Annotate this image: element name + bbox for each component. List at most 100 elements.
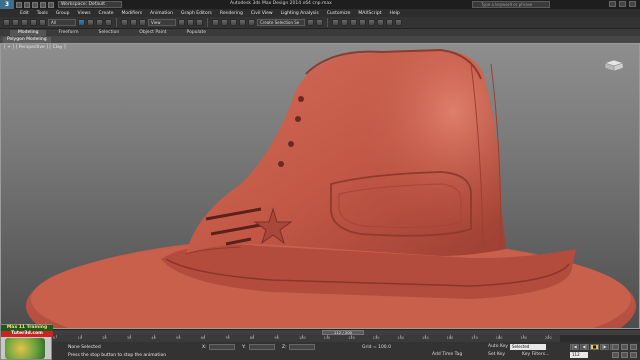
trackbar-tick-label: 20 bbox=[102, 336, 107, 340]
trackbar-tick-label: 50 bbox=[176, 336, 181, 340]
menu-graph-editors[interactable]: Graph Editors bbox=[181, 11, 212, 16]
spinner-snap-icon[interactable] bbox=[239, 19, 246, 26]
link-icon[interactable] bbox=[21, 19, 28, 26]
menu-modifiers[interactable]: Modifiers bbox=[122, 11, 143, 16]
trackbar-tick-label: 60 bbox=[200, 336, 206, 340]
menu-rendering[interactable]: Rendering bbox=[220, 11, 243, 16]
render-production-icon[interactable] bbox=[395, 19, 402, 26]
watermark-site: Tuter3d.com bbox=[1, 331, 53, 337]
y-label: Y: bbox=[242, 345, 246, 350]
set-key-button[interactable]: Set Key bbox=[488, 352, 505, 357]
menu-create[interactable]: Create bbox=[99, 11, 114, 16]
zoom-all-icon[interactable] bbox=[621, 344, 628, 350]
y-coordinate-field[interactable] bbox=[249, 344, 275, 350]
ribbon-tabs: Modeling Freeform Selection Object Paint… bbox=[0, 29, 640, 36]
select-manipulate-icon[interactable] bbox=[187, 19, 194, 26]
menu-civil-view[interactable]: Civil View bbox=[251, 11, 273, 16]
material-editor-icon[interactable] bbox=[368, 19, 375, 26]
minimize-button[interactable] bbox=[609, 1, 616, 7]
perspective-viewport[interactable]: [ + ] [ Perspective ] [ Clay ] bbox=[0, 43, 640, 329]
trackbar-tick-label: 200 bbox=[545, 336, 552, 340]
trackbar-tick-label: 180 bbox=[495, 336, 503, 340]
key-mode-dropdown[interactable]: Selected bbox=[510, 344, 546, 350]
trackbar-tick-label: 30 bbox=[126, 336, 132, 340]
curve-editor-icon[interactable] bbox=[350, 19, 357, 26]
redo-icon[interactable] bbox=[48, 1, 54, 8]
menu-maxscript[interactable]: MAXScript bbox=[358, 11, 381, 16]
x-label: X: bbox=[202, 345, 207, 350]
menu-animation[interactable]: Animation bbox=[150, 11, 173, 16]
layer-manager-icon[interactable] bbox=[332, 19, 339, 26]
zoom-icon[interactable] bbox=[612, 344, 619, 350]
mirror-icon[interactable] bbox=[307, 19, 314, 26]
next-frame-button[interactable]: |▶ bbox=[600, 344, 609, 350]
pan-icon[interactable] bbox=[621, 352, 628, 358]
trackbar-tick-label: 100 bbox=[299, 336, 306, 340]
workspace-dropdown[interactable]: Workspace: Default bbox=[58, 1, 122, 8]
select-by-name-icon[interactable] bbox=[87, 19, 94, 26]
trackbar-tick-label: 190 bbox=[520, 336, 528, 340]
edit-named-selections-icon[interactable] bbox=[248, 19, 255, 26]
rotate-icon[interactable] bbox=[130, 19, 137, 26]
render-setup-icon[interactable] bbox=[377, 19, 384, 26]
previous-frame-button[interactable]: ◀| bbox=[580, 344, 589, 350]
menu-help[interactable]: Help bbox=[389, 11, 399, 16]
stop-button[interactable]: ■ bbox=[590, 344, 599, 350]
trackbar-tick-label: 90 bbox=[274, 336, 279, 340]
main-toolbar: All View Create Selection Se bbox=[0, 17, 640, 29]
snaps-toggle-icon[interactable] bbox=[212, 19, 219, 26]
select-object-icon[interactable] bbox=[78, 19, 85, 26]
save-file-icon[interactable] bbox=[32, 1, 38, 8]
menu-tools[interactable]: Tools bbox=[37, 11, 48, 16]
new-file-icon[interactable] bbox=[16, 1, 22, 8]
viewcube-icon[interactable] bbox=[603, 58, 625, 72]
search-input[interactable]: Type a keyword or phrase bbox=[472, 1, 550, 8]
menu-views[interactable]: Views bbox=[78, 11, 91, 16]
move-icon[interactable] bbox=[121, 19, 128, 26]
field-of-view-icon[interactable] bbox=[612, 352, 619, 358]
redo-tool-icon[interactable] bbox=[12, 19, 19, 26]
named-selection-sets-dropdown[interactable]: Create Selection Se bbox=[257, 19, 305, 26]
window-crossing-icon[interactable] bbox=[105, 19, 112, 26]
keyboard-shortcut-override-icon[interactable] bbox=[196, 19, 203, 26]
undo-icon[interactable] bbox=[40, 1, 46, 8]
percent-snap-icon[interactable] bbox=[230, 19, 237, 26]
add-time-tag-button[interactable]: Add Time Tag bbox=[432, 352, 462, 357]
reference-coordinate-dropdown[interactable]: View bbox=[148, 19, 176, 26]
orbit-icon[interactable] bbox=[630, 352, 637, 358]
title-bar: 3 Workspace: Default Autodesk 3ds Max De… bbox=[0, 0, 640, 9]
open-file-icon[interactable] bbox=[24, 1, 30, 8]
graphite-toolbar-icon[interactable] bbox=[341, 19, 348, 26]
go-to-start-button[interactable]: |◀ bbox=[570, 344, 579, 350]
menu-edit[interactable]: Edit bbox=[20, 11, 29, 16]
watermark-image bbox=[5, 338, 45, 359]
watermark-logo: Max 11 Training Tuter3d.com bbox=[0, 324, 53, 360]
menu-group[interactable]: Group bbox=[56, 11, 70, 16]
trackbar[interactable]: 0 10 20 30 40 50 60 70 80 90 100 110 120 130 140 150 160… bbox=[52, 335, 560, 342]
unlink-icon[interactable] bbox=[30, 19, 37, 26]
close-button[interactable] bbox=[629, 1, 636, 7]
pivot-center-icon[interactable] bbox=[178, 19, 185, 26]
auto-key-button[interactable]: Auto Key bbox=[488, 344, 508, 349]
rectangle-selection-icon[interactable] bbox=[96, 19, 103, 26]
menu-lighting-analysis[interactable]: Lighting Analysis bbox=[281, 11, 319, 16]
maximize-button[interactable] bbox=[619, 1, 626, 7]
align-icon[interactable] bbox=[316, 19, 323, 26]
schematic-view-icon[interactable] bbox=[359, 19, 366, 26]
viewport-navigation bbox=[612, 344, 638, 358]
app-logo-icon[interactable]: 3 bbox=[0, 0, 14, 9]
zoom-extents-icon[interactable] bbox=[630, 344, 637, 350]
angle-snap-icon[interactable] bbox=[221, 19, 228, 26]
prompt-line: Press the stop button to stop the animat… bbox=[68, 353, 167, 358]
z-coordinate-field[interactable] bbox=[289, 344, 315, 350]
rendered-frame-window-icon[interactable] bbox=[386, 19, 393, 26]
shoe-model bbox=[26, 48, 636, 328]
menu-customize[interactable]: Customize bbox=[327, 11, 351, 16]
undo-tool-icon[interactable] bbox=[3, 19, 10, 26]
selection-filter-dropdown[interactable]: All bbox=[48, 19, 76, 26]
scale-icon[interactable] bbox=[139, 19, 146, 26]
x-coordinate-field[interactable] bbox=[209, 344, 235, 350]
current-frame-field[interactable]: 112 bbox=[570, 352, 588, 358]
key-filters-button[interactable]: Key Filters... bbox=[522, 352, 549, 357]
bind-space-warp-icon[interactable] bbox=[39, 19, 46, 26]
